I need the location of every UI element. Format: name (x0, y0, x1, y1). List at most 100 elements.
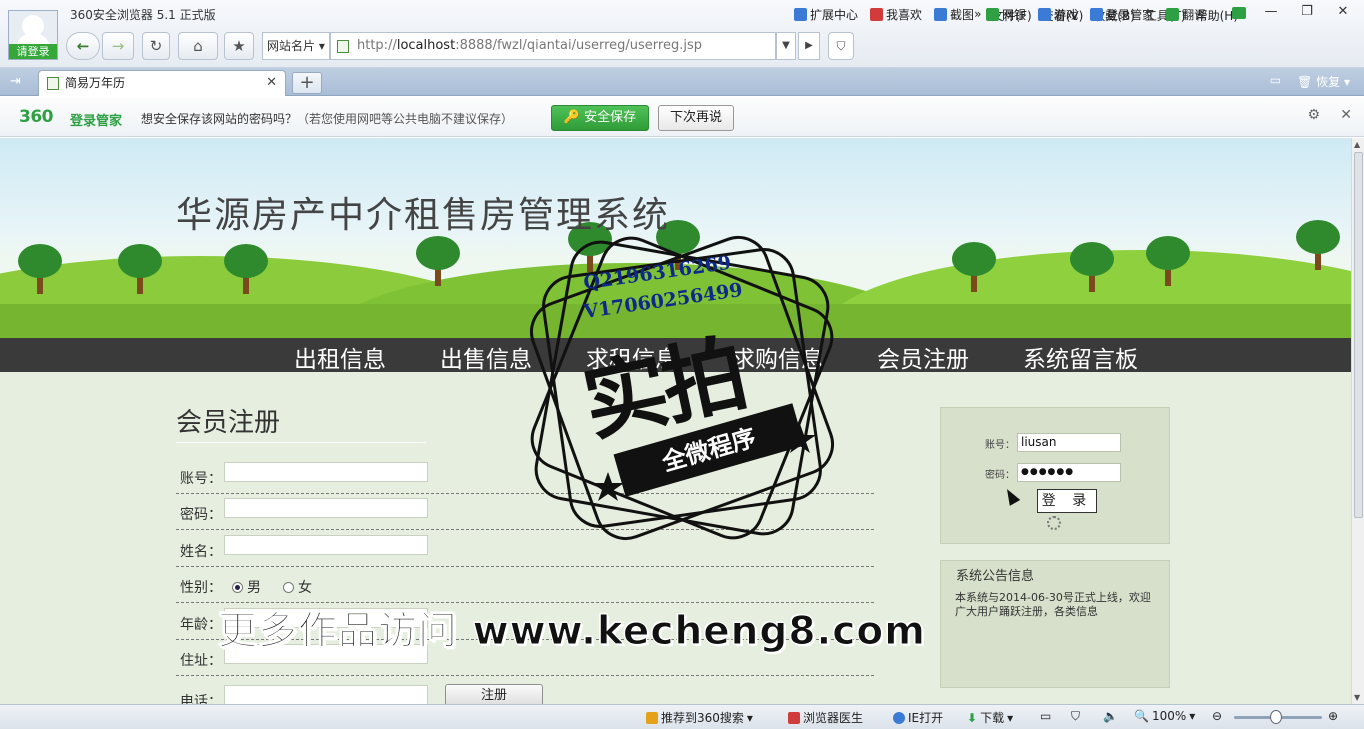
register-submit-button[interactable]: 注册 (445, 684, 543, 704)
account-input[interactable] (224, 462, 428, 482)
favorite-button[interactable]: ★ (224, 32, 254, 60)
login-button[interactable]: 登 录 (1037, 489, 1097, 513)
gear-icon[interactable]: ⚙ (1307, 107, 1320, 123)
form-row-name: 姓名： (176, 531, 874, 567)
magnifier-icon: 🔍 (1134, 709, 1149, 723)
name-input[interactable] (224, 535, 428, 555)
extension-item[interactable]: 扩展中心 (794, 6, 858, 23)
extension-item[interactable]: 我喜欢 (870, 6, 922, 23)
key-icon: 🔑 (563, 110, 581, 125)
url-host: localhost (396, 38, 456, 53)
age-label: 年龄： (180, 617, 222, 633)
extension-item[interactable]: 登录管家 (1090, 6, 1154, 23)
extension-item[interactable]: 翻译 (1166, 6, 1206, 23)
close-icon[interactable]: ✕ (1332, 4, 1354, 20)
restore-label: 恢复 (1316, 75, 1341, 89)
tab-list-icon[interactable]: ▭ (1270, 73, 1281, 90)
nav-register[interactable]: 会员注册 (877, 340, 969, 374)
refresh-button[interactable]: ↻ (142, 32, 170, 60)
extension-item[interactable]: 网银 (986, 6, 1026, 23)
password-label: 密码： (180, 507, 222, 523)
login-password-input[interactable]: ●●●●●● (1017, 463, 1121, 482)
login-password-label: 密码： (985, 470, 1015, 481)
forward-button[interactable]: → (102, 32, 134, 60)
browser-doctor-button[interactable]: 浏览器医生 (788, 709, 863, 726)
restore-button[interactable]: 🗑 恢复 ▾ (1297, 73, 1350, 90)
url-rest: :8888/fwzl/qiantai/userreg/userreg.jsp (455, 38, 702, 53)
arrow-right-icon: → (111, 37, 125, 55)
notice-title: 系统公告信息 (956, 569, 1035, 584)
form-row-password: 密码： (176, 494, 874, 530)
extension-item[interactable]: 游戏 (1038, 6, 1078, 23)
volume-icon[interactable]: 🔈 (1103, 709, 1118, 723)
password-hint: （若您使用网吧等公共电脑不建议保存） (297, 112, 514, 126)
scroll-thumb[interactable] (1354, 152, 1363, 518)
password-save-bar: 360 登录管家 想安全保存该网站的密码吗？（若您使用网吧等公共电脑不建议保存）… (0, 97, 1364, 137)
account-label: 账号： (180, 471, 222, 487)
sidebar-toggle-icon[interactable]: ⇥ (10, 74, 21, 89)
safe-save-button[interactable]: 🔑 安全保存 (551, 105, 649, 131)
go-button[interactable]: ▶ (798, 32, 820, 60)
home-icon: ⌂ (193, 37, 203, 55)
chevron-down-icon: ▼ (782, 40, 790, 51)
home-button[interactable]: ⌂ (178, 32, 218, 60)
play-icon: ▶ (805, 40, 813, 51)
security-shield-button[interactable]: ⛉ (828, 32, 854, 60)
zoom-level: 100% (1151, 709, 1187, 723)
login-badge[interactable]: 请登录 (9, 44, 57, 59)
nav-rent-info[interactable]: 出租信息 (294, 340, 386, 374)
zoom-out-icon[interactable]: ⊖ (1212, 709, 1222, 723)
extension-item[interactable]: 截图 (934, 6, 974, 23)
extension-label: 翻译 (1182, 8, 1207, 22)
download-button[interactable]: ⬇ 下载 ▾ (967, 709, 1013, 726)
zoom-in-icon[interactable]: ⊕ (1328, 709, 1338, 723)
vertical-scrollbar[interactable]: ▲ ▼ (1351, 138, 1364, 704)
form-row-gender: 性别： 男 女 (176, 567, 874, 603)
nav-want-buy[interactable]: 求购信息 (732, 340, 824, 374)
loading-spinner-icon (1047, 516, 1061, 530)
password-save-message: 想安全保存该网站的密码吗？（若您使用网吧等公共电脑不建议保存） (141, 110, 513, 127)
tshirt-icon[interactable] (1232, 7, 1246, 19)
tab-title: 简易万年历 (65, 76, 126, 90)
gender-female-radio[interactable]: 女 (283, 577, 312, 597)
phone-label: 电话： (180, 694, 222, 704)
address-dropdown-button[interactable]: ▼ (776, 32, 796, 60)
notice-body: 本系统与2014-06-30号正式上线，欢迎广大用户踊跃注册，各类信息 (955, 591, 1151, 618)
extension-icon (870, 8, 884, 21)
thumb-up-icon (646, 711, 658, 724)
zoom-control[interactable]: 🔍 100% ▾ (1134, 709, 1195, 723)
extension-icon (1166, 8, 1180, 21)
browser-titlebar: 请登录 360安全浏览器 5.1 正式版 » 文件(F) 查看(V) 收藏(B)… (0, 0, 1364, 68)
ie-open-button[interactable]: IE打开 (893, 709, 943, 726)
nav-sale-info[interactable]: 出售信息 (440, 340, 532, 374)
later-button[interactable]: 下次再说 (658, 105, 734, 131)
tab-close-icon[interactable]: ✕ (266, 71, 277, 95)
extension-icon (986, 8, 1000, 21)
password-input[interactable] (224, 498, 428, 518)
window-mode-icon[interactable]: ▭ (1040, 709, 1051, 723)
site-card-button[interactable]: 网站名片 ▾ (262, 32, 330, 60)
recommend-360-button[interactable]: 推荐到360搜索 ▾ (646, 709, 753, 726)
back-button[interactable]: ← (66, 32, 100, 60)
phone-input[interactable] (224, 685, 428, 704)
extension-icon (794, 8, 807, 21)
gender-male-radio[interactable]: 男 (232, 577, 261, 597)
zoom-slider-knob[interactable] (1270, 710, 1282, 724)
recommend-label: 推荐到360搜索 (661, 711, 744, 725)
address-bar[interactable]: http://localhost:8888/fwzl/qiantai/userr… (330, 32, 776, 60)
extension-bar: 扩展中心 我喜欢 截图 网银 游戏 登录管家 翻译 (794, 6, 1206, 23)
minimize-icon[interactable]: — (1260, 4, 1282, 20)
tab-active[interactable]: 简易万年历 ✕ (38, 70, 286, 96)
nav-message-board[interactable]: 系统留言板 (1023, 340, 1138, 374)
ie-icon (893, 711, 905, 724)
login-account-input[interactable]: liusan (1017, 433, 1121, 452)
new-tab-button[interactable]: + (292, 72, 322, 94)
shield-status-icon[interactable]: ⛉ (1071, 709, 1080, 724)
password-question: 想安全保存该网站的密码吗？ (141, 112, 298, 126)
scroll-up-icon[interactable]: ▲ (1354, 140, 1360, 149)
scroll-down-icon[interactable]: ▼ (1354, 693, 1360, 702)
maximize-icon[interactable]: ❐ (1296, 4, 1318, 20)
user-avatar[interactable]: 请登录 (8, 10, 58, 60)
navigation-toolbar: ← → ↻ ⌂ ★ 网站名片 ▾ http://localhost:8888/f… (66, 32, 1356, 60)
close-bar-icon[interactable]: ✕ (1340, 107, 1352, 123)
